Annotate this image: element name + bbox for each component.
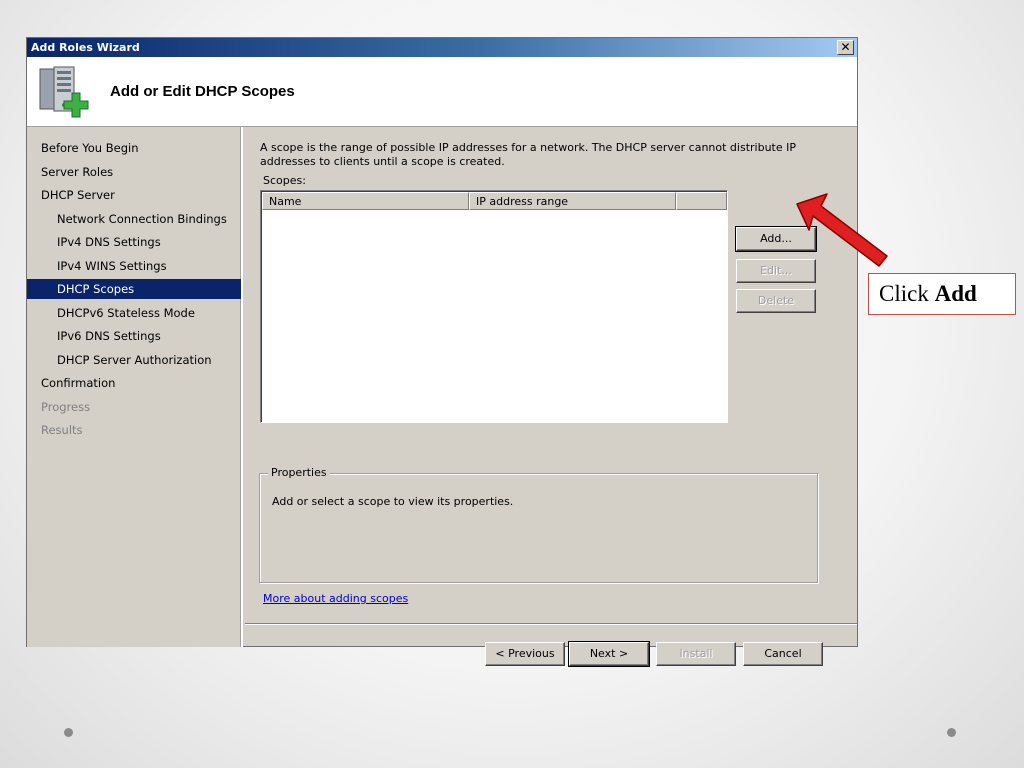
close-icon: ✕ bbox=[840, 40, 851, 54]
scopes-list[interactable]: Name IP address range bbox=[260, 190, 728, 423]
slide-bullet-dot bbox=[64, 728, 73, 737]
column-header-empty bbox=[676, 192, 727, 210]
title-bar: Add Roles Wizard ✕ bbox=[27, 38, 857, 57]
wizard-steps-nav: Before You Begin Server Roles DHCP Serve… bbox=[27, 127, 243, 647]
nav-step-dhcpv6-stateless-mode[interactable]: DHCPv6 Stateless Mode bbox=[27, 303, 195, 323]
scopes-list-header: Name IP address range bbox=[262, 192, 727, 210]
wizard-header: Add or Edit DHCP Scopes bbox=[27, 57, 857, 127]
install-button[interactable]: Install bbox=[656, 642, 736, 666]
properties-legend: Properties bbox=[268, 466, 330, 479]
page-title: Add or Edit DHCP Scopes bbox=[110, 83, 295, 100]
nav-step-dhcp-scopes[interactable]: DHCP Scopes bbox=[27, 279, 241, 299]
window-title: Add Roles Wizard bbox=[31, 41, 140, 54]
callout-bold-text: Add bbox=[934, 281, 977, 306]
add-roles-wizard-window: Add Roles Wizard ✕ Add or Edit DHCP Scop… bbox=[26, 37, 858, 667]
nav-step-results: Results bbox=[41, 423, 83, 437]
scopes-label: Scopes: bbox=[263, 174, 306, 187]
nav-step-dhcp-server-authorization[interactable]: DHCP Server Authorization bbox=[27, 350, 212, 370]
previous-button[interactable]: < Previous bbox=[485, 642, 565, 666]
red-arrow-annotation bbox=[796, 193, 888, 267]
close-button[interactable]: ✕ bbox=[837, 40, 854, 55]
nav-step-before-you-begin[interactable]: Before You Begin bbox=[27, 138, 138, 158]
properties-group: Properties Add or select a scope to view… bbox=[259, 466, 818, 583]
next-button[interactable]: Next > bbox=[568, 641, 650, 667]
wizard-content: A scope is the range of possible IP addr… bbox=[245, 127, 857, 667]
nav-step-progress: Progress bbox=[41, 400, 91, 414]
nav-step-ipv6-dns-settings[interactable]: IPv6 DNS Settings bbox=[27, 326, 161, 346]
click-add-callout: Click Add bbox=[868, 273, 1016, 315]
nav-step-confirmation[interactable]: Confirmation bbox=[27, 373, 115, 393]
nav-step-ipv4-dns-settings[interactable]: IPv4 DNS Settings bbox=[27, 232, 161, 252]
server-add-icon bbox=[39, 66, 89, 118]
cancel-button[interactable]: Cancel bbox=[743, 642, 823, 666]
nav-step-dhcp-server[interactable]: DHCP Server bbox=[27, 185, 115, 205]
slide-bullet-dot bbox=[947, 728, 956, 737]
callout-text: Click bbox=[879, 281, 935, 306]
nav-step-ipv4-wins-settings[interactable]: IPv4 WINS Settings bbox=[27, 256, 167, 276]
more-about-scopes-link[interactable]: More about adding scopes bbox=[263, 592, 408, 605]
column-header-name[interactable]: Name bbox=[262, 192, 469, 210]
column-header-ip-range[interactable]: IP address range bbox=[469, 192, 676, 210]
nav-step-network-connection-bindings[interactable]: Network Connection Bindings bbox=[27, 209, 227, 229]
properties-text: Add or select a scope to view its proper… bbox=[272, 495, 514, 508]
footer-separator bbox=[245, 623, 857, 625]
scope-description: A scope is the range of possible IP addr… bbox=[260, 141, 796, 168]
nav-step-server-roles[interactable]: Server Roles bbox=[27, 162, 113, 182]
delete-button[interactable]: Delete bbox=[736, 289, 816, 313]
